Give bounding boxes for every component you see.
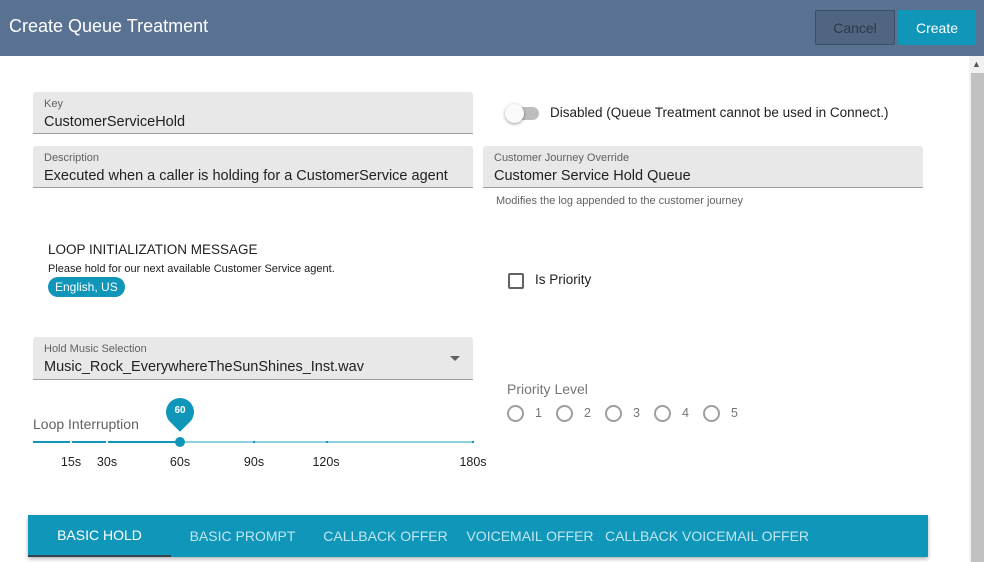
- chevron-down-icon[interactable]: [450, 356, 460, 361]
- priority-radio-5[interactable]: [703, 405, 720, 422]
- journey-override-field[interactable]: Customer Journey Override Customer Servi…: [483, 146, 923, 188]
- priority-radio-label: 4: [682, 406, 689, 420]
- priority-radio-label: 2: [584, 406, 591, 420]
- slider-tick-label: 15s: [60, 455, 82, 469]
- vertical-scrollbar[interactable]: ▲: [969, 56, 984, 562]
- priority-radio-label: 3: [633, 406, 640, 420]
- priority-radio-4[interactable]: [654, 405, 671, 422]
- priority-radio-3[interactable]: [605, 405, 622, 422]
- tab-basic-prompt[interactable]: BASIC PROMPT: [171, 515, 314, 557]
- description-field[interactable]: Description Executed when a caller is ho…: [33, 146, 473, 188]
- scrollbar-thumb[interactable]: [971, 73, 984, 562]
- priority-radio-label: 5: [731, 406, 738, 420]
- key-label: Key: [44, 98, 63, 110]
- hold-music-value: Music_Rock_EverywhereTheSunShines_Inst.w…: [44, 359, 364, 375]
- disabled-toggle-label: Disabled (Queue Treatment cannot be used…: [550, 105, 889, 120]
- tab-callback-offer[interactable]: CALLBACK OFFER: [314, 515, 457, 557]
- hold-music-select[interactable]: Hold Music Selection Music_Rock_Everywhe…: [33, 337, 473, 380]
- description-label: Description: [44, 152, 100, 164]
- journey-override-label: Customer Journey Override: [494, 152, 630, 164]
- priority-radio-label: 1: [535, 406, 542, 420]
- is-priority-checkbox[interactable]: [508, 273, 524, 289]
- slider-tick: [70, 441, 72, 443]
- tab-basic-hold[interactable]: BASIC HOLD: [28, 515, 171, 557]
- tab-voicemail-offer[interactable]: VOICEMAIL OFFER: [457, 515, 603, 557]
- slider-tick: [106, 441, 108, 443]
- slider-tick-label: 60s: [169, 455, 191, 469]
- slider-tick: [326, 441, 328, 443]
- key-field[interactable]: Key CustomerServiceHold: [33, 92, 473, 134]
- loop-interruption-thumb[interactable]: [175, 437, 185, 447]
- language-chip[interactable]: English, US: [48, 277, 125, 297]
- slider-tick: [472, 441, 474, 443]
- hold-music-label: Hold Music Selection: [44, 343, 147, 355]
- tab-callback-voicemail-offer[interactable]: CALLBACK VOICEMAIL OFFER: [603, 515, 811, 557]
- is-priority-label: Is Priority: [535, 272, 592, 287]
- slider-tick-label: 180s: [459, 455, 487, 469]
- loop-interruption-label: Loop Interruption: [33, 416, 139, 432]
- slider-tick-label: 120s: [312, 455, 340, 469]
- slider-value-label: 60: [174, 405, 186, 416]
- journey-override-input[interactable]: Customer Service Hold Queue: [494, 168, 691, 184]
- priority-radio-1[interactable]: [507, 405, 524, 422]
- dialog-header: Create Queue Treatment Cancel Create: [0, 0, 984, 56]
- journey-override-helper: Modifies the log appended to the custome…: [496, 195, 744, 207]
- create-button[interactable]: Create: [898, 10, 976, 45]
- slider-tick-label: 30s: [96, 455, 118, 469]
- arrow-up-icon[interactable]: ▲: [969, 56, 984, 72]
- slider-tick-label: 90s: [243, 455, 265, 469]
- key-input[interactable]: CustomerServiceHold: [44, 114, 185, 130]
- loop-init-message: Please hold for our next available Custo…: [48, 263, 335, 275]
- disabled-toggle[interactable]: [505, 104, 524, 123]
- priority-radio-2[interactable]: [556, 405, 573, 422]
- priority-level-label: Priority Level: [507, 381, 588, 397]
- slider-tick: [253, 441, 255, 443]
- cancel-button[interactable]: Cancel: [815, 10, 895, 45]
- loop-init-title: LOOP INITIALIZATION MESSAGE: [48, 242, 258, 257]
- description-input[interactable]: Executed when a caller is holding for a …: [44, 168, 448, 184]
- treatment-tabs: BASIC HOLD BASIC PROMPT CALLBACK OFFER V…: [28, 515, 928, 557]
- dialog-title: Create Queue Treatment: [9, 16, 209, 36]
